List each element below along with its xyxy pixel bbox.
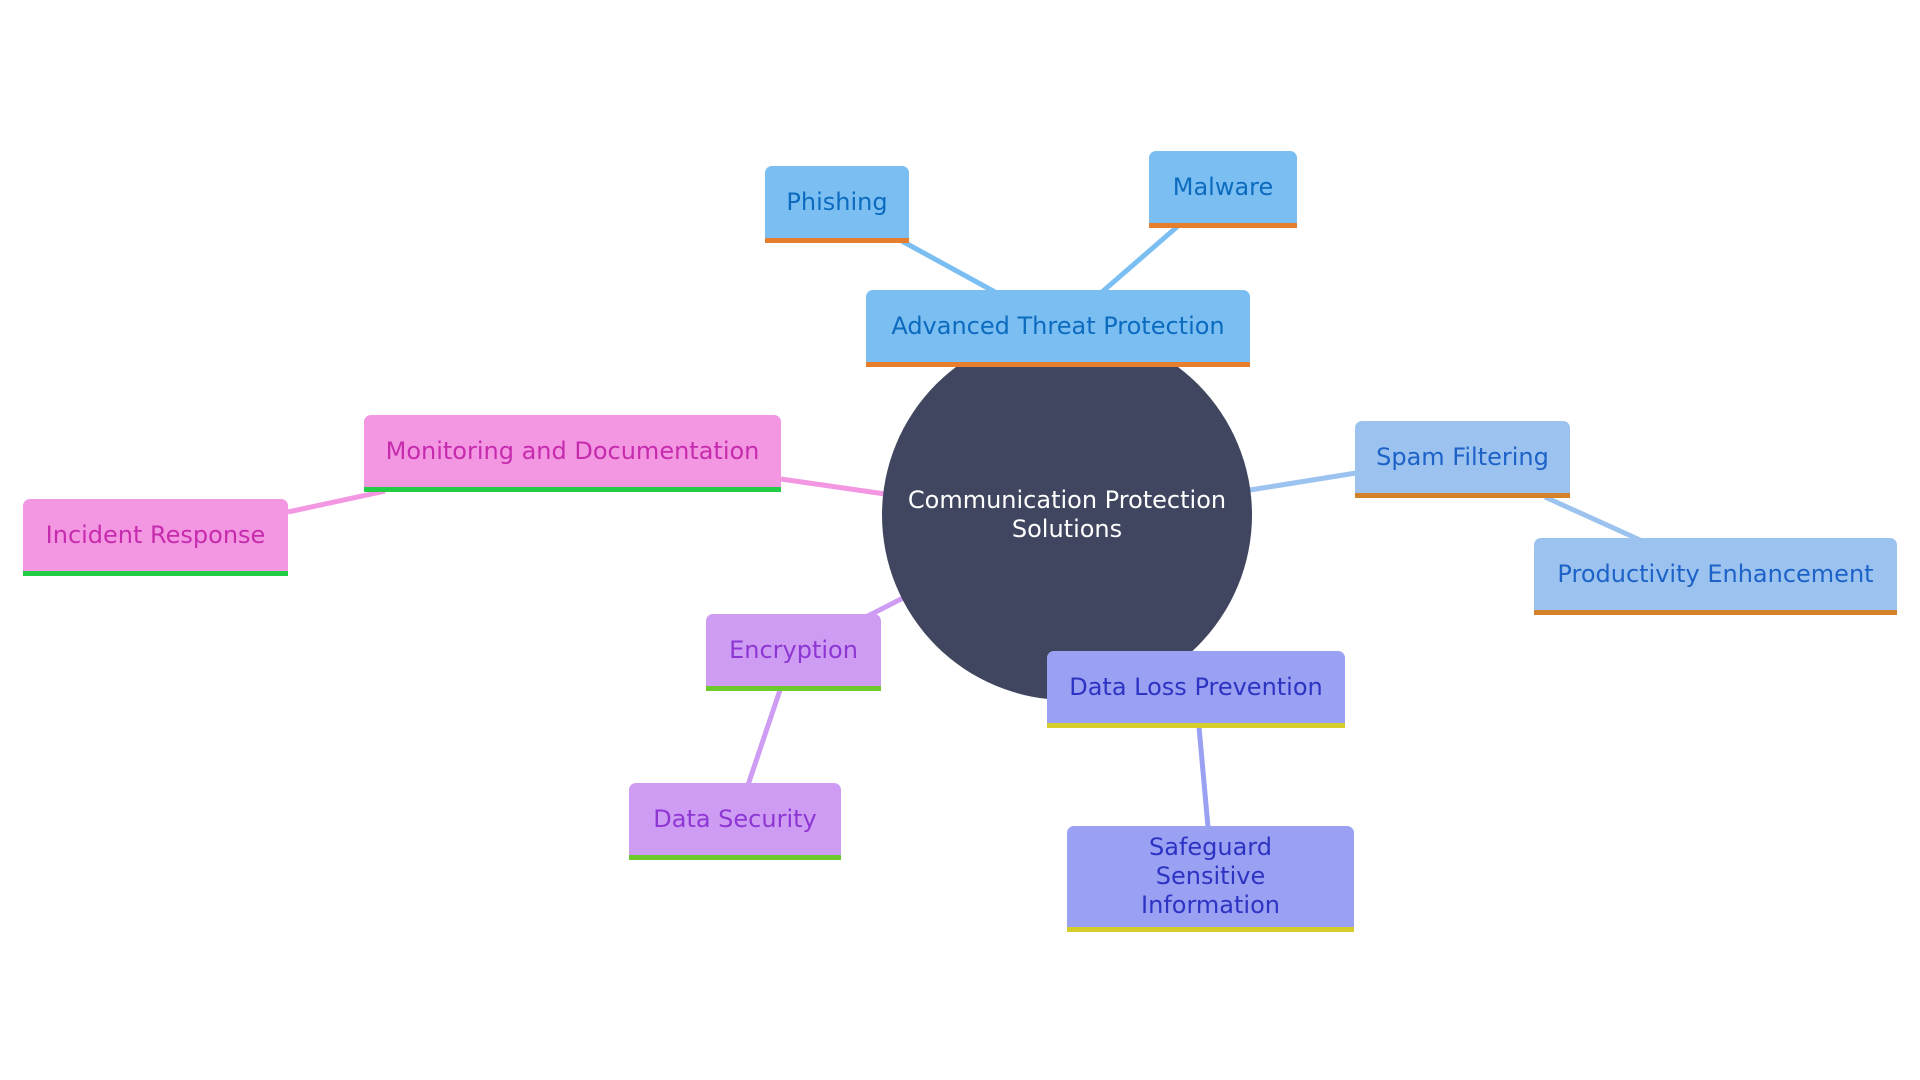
node-label: Spam Filtering [1376, 442, 1549, 471]
node-label: Incident Response [45, 520, 266, 549]
edge-dlp-safeguard [1196, 726, 1211, 828]
node-advanced-threat-protection[interactable]: Advanced Threat Protection [866, 290, 1250, 367]
edge-root-monitoring [780, 476, 886, 497]
node-data-loss-prevention[interactable]: Data Loss Prevention [1047, 651, 1345, 728]
node-safeguard-sensitive-information[interactable]: Safeguard Sensitive Information [1067, 826, 1354, 932]
node-label: Malware [1172, 172, 1274, 201]
node-spam-filtering[interactable]: Spam Filtering [1355, 421, 1570, 498]
node-encryption[interactable]: Encryption [706, 614, 881, 691]
node-label: Advanced Threat Protection [891, 311, 1225, 340]
root-node[interactable]: Communication Protection Solutions [882, 330, 1252, 700]
edge-atp-phishing [898, 237, 997, 295]
node-data-security[interactable]: Data Security [629, 783, 841, 860]
node-label: Phishing [786, 187, 888, 216]
edge-spam-productivity [1543, 494, 1642, 543]
node-phishing[interactable]: Phishing [765, 166, 909, 243]
node-label: Encryption [729, 635, 858, 664]
edge-encryption-datasecurity [745, 689, 783, 786]
node-label: Safeguard Sensitive Information [1141, 833, 1280, 919]
node-incident-response[interactable]: Incident Response [23, 499, 288, 576]
node-label: Productivity Enhancement [1557, 559, 1874, 588]
node-label: Data Security [653, 804, 817, 833]
root-node-label: Communication Protection Solutions [907, 486, 1227, 543]
node-label: Data Loss Prevention [1069, 672, 1323, 701]
edge-monitoring-incident [287, 488, 386, 515]
node-monitoring-and-documentation[interactable]: Monitoring and Documentation [364, 415, 781, 492]
edge-root-spam [1249, 470, 1357, 493]
node-label: Monitoring and Documentation [385, 436, 760, 465]
edge-atp-malware [1100, 224, 1180, 294]
node-malware[interactable]: Malware [1149, 151, 1297, 228]
node-productivity-enhancement[interactable]: Productivity Enhancement [1534, 538, 1897, 615]
